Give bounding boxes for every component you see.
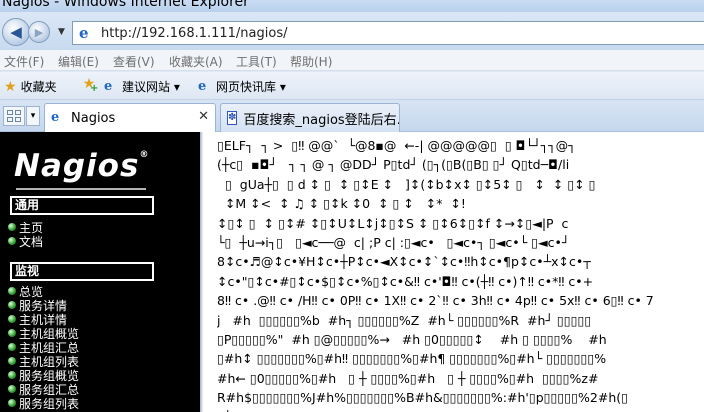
add-to-favorites-button[interactable]: ★ + bbox=[78, 76, 100, 96]
garbled-line: 8↕c•♬@↕c•¥H↕c•┼P↕c•◄X↕c•↕`↕c•‼h↕c•¶p↕c•┴… bbox=[217, 254, 591, 270]
favorites-button[interactable]: ★ 收藏夹 bbox=[4, 78, 57, 95]
star-icon: ★ bbox=[4, 78, 17, 95]
address-input[interactable]: e http://192.168.1.111/nagios/ bbox=[72, 21, 704, 45]
web-slice-gallery-label: 网页快讯库 ▾ bbox=[216, 80, 286, 94]
menu-tools[interactable]: 工具(T) bbox=[236, 53, 277, 70]
garbled-line: ↕M ↕< ↕ ♫ ↕ ▯↕k ↕0 ↕ ▯ ↕ ↕* ↕! bbox=[217, 196, 466, 212]
green-bullet-icon bbox=[8, 385, 16, 393]
menu-edit[interactable]: 编辑(E) bbox=[58, 53, 99, 70]
garbled-line: (┼c▯ ▪◘┘ ┐ ┐ @ ┐ @DD┘ P▯td┘ (▯┐(▯B(▯B▯ ▯… bbox=[217, 157, 570, 173]
general-nav-list: 主页 文档 bbox=[8, 220, 43, 249]
registered-mark: ® bbox=[139, 150, 150, 160]
nagios-logo[interactable]: Nagios® bbox=[14, 148, 149, 184]
nav-item-servicegroup-grid[interactable]: 服务组列表 bbox=[8, 396, 79, 411]
tab-list-dropdown[interactable]: ▾ bbox=[26, 106, 40, 126]
section-header-general: 通用 bbox=[10, 196, 154, 215]
nagios-side-navigation: Nagios® 通用 主页 文档 监视 总览 服务详情 主机详情 主机组概览 主… bbox=[0, 132, 200, 412]
menu-view[interactable]: 查看(V) bbox=[113, 53, 155, 70]
garbled-line: ↕▯↕ ▯ ↕ ▯↕# ↕▯↕U↕L↕j↕▯↕S ↕ ▯↕6↕▯↕f ↕→↕▯◄… bbox=[217, 215, 569, 231]
garbled-line: j #h ▯▯▯▯▯▯%b #h┐ ▯▯▯▯▯▯%Z #h└ ▯▯▯▯▯▯%R … bbox=[217, 312, 592, 328]
green-bullet-icon bbox=[8, 371, 16, 379]
quick-tabs-button[interactable] bbox=[3, 106, 25, 126]
green-bullet-icon bbox=[8, 399, 16, 407]
suggested-sites-link[interactable]: e 建议网站 ▾ bbox=[104, 78, 180, 95]
url-text[interactable]: http://192.168.1.111/nagios/ bbox=[101, 26, 288, 41]
forward-button[interactable]: ▶ bbox=[28, 21, 50, 43]
menu-file[interactable]: 文件(F) bbox=[4, 53, 44, 70]
plus-icon: + bbox=[90, 83, 99, 94]
garbled-line: ▯P▯▯▯▯▯%" #h ▯@▯▯▯▯▯%→ #h ▯0▯▯▯▯▯↕ #h ▯ … bbox=[217, 332, 607, 348]
garbled-line: ▯ gUa┼▯ ▯ d ↕ ▯ ↕ ▯↕E ↕ ]↕(↕b↕x↕ ▯↕5↕ ▯ … bbox=[217, 176, 596, 192]
window-title: Nagios - Windows Internet Explorer bbox=[2, 0, 249, 10]
garbled-line: 8‼ c• .@‼ c• /H‼ c• 0P‼ c• 1X‼ c• 2`‼ c•… bbox=[217, 293, 654, 309]
nav-item-documentation[interactable]: 文档 bbox=[8, 234, 43, 249]
main-frame: ▯ELF┐ ┐ > ▯‼ @@` └@8▪@ ←-| @@@@@▯ ▯ ◘└┘┐… bbox=[203, 132, 704, 412]
tab-bar: ▾ e Nagios ✕ ✽ 百度搜索_nagios登陆后右... bbox=[0, 100, 704, 132]
green-bullet-icon bbox=[8, 315, 16, 323]
menu-help[interactable]: 帮助(H) bbox=[290, 53, 332, 70]
binary-garbage-text: ▯ELF┐ ┐ > ▯‼ @@` └@8▪@ ←-| @@@@@▯ ▯ ◘└┘┐… bbox=[217, 136, 704, 412]
title-bar: Nagios - Windows Internet Explorer bbox=[0, 0, 704, 12]
ie-icon: e bbox=[51, 110, 60, 125]
address-bar-row: ◀ ▶ ▼ e http://192.168.1.111/nagios/ bbox=[0, 12, 704, 50]
logo-text: Nagios bbox=[14, 148, 140, 184]
garbled-line: └▯ ┼u→i┐▯ ▯◄c──@ c| ;P c| :▯◄c• ▯◄c•┐ ▯◄… bbox=[217, 235, 570, 251]
garbled-line: ▯#h↕ ▯▯▯▯▯▯▯%▯#h‼ ▯▯▯▯▯▯▯%▯#h¶ ▯▯▯▯▯▯▯%▯… bbox=[217, 351, 607, 367]
arrow-left-icon: ◀ bbox=[10, 23, 22, 41]
browser-window: Nagios - Windows Internet Explorer ◀ ▶ ▼… bbox=[0, 0, 704, 412]
menu-favorites[interactable]: 收藏夹(A) bbox=[169, 53, 223, 70]
web-slice-gallery-link[interactable]: e 网页快讯库 ▾ bbox=[198, 78, 286, 95]
menu-bar: 文件(F) 编辑(E) 查看(V) 收藏夹(A) 工具(T) 帮助(H) bbox=[0, 50, 704, 71]
suggested-sites-label: 建议网站 ▾ bbox=[122, 80, 180, 94]
garbled-line: R#h$▯▯▯▯▯▯▯%J#h%▯▯▯▯▯▯▯%B#h&▯▯▯▯▯▯▯%:#h'… bbox=[217, 390, 629, 406]
green-bullet-icon bbox=[8, 357, 16, 365]
close-tab-icon[interactable]: ✕ bbox=[198, 109, 209, 124]
green-bullet-icon bbox=[8, 301, 16, 309]
section-header-monitoring: 监视 bbox=[10, 262, 154, 281]
favorites-label: 收藏夹 bbox=[20, 80, 57, 94]
monitoring-nav-list: 总览 服务详情 主机详情 主机组概览 主机组汇总 主机组列表 服务组概览 服务组… bbox=[8, 284, 79, 411]
logo-underline bbox=[16, 188, 146, 190]
ie-icon: e bbox=[104, 78, 113, 94]
back-button[interactable]: ◀ bbox=[2, 18, 30, 46]
garbled-line: #h← ▯0▯▯▯▯▯%▯#h ▯ ┼ ▯▯▯▯%▯#h ▯ ┼ ▯▯▯▯%▯#… bbox=[217, 370, 599, 386]
green-bullet-icon bbox=[8, 237, 16, 245]
tab-label: Nagios bbox=[71, 110, 116, 126]
green-bullet-icon bbox=[8, 223, 16, 231]
ie-page-icon: e bbox=[79, 24, 89, 42]
green-bullet-icon bbox=[8, 287, 16, 295]
arrow-right-icon: ▶ bbox=[34, 25, 44, 39]
garbled-line: ↕c•"▯↕c•#▯↕c•$▯↕c•%▯↕c•&‼ c•'◘‼ c•(┼‼ c•… bbox=[217, 273, 594, 289]
baidu-paw-icon: ✽ bbox=[227, 111, 238, 125]
garbled-line: ▯ELF┐ ┐ > ▯‼ @@` └@8▪@ ←-| @@@@@▯ ▯ ◘└┘┐… bbox=[217, 138, 576, 153]
garbled-line: ▯┼ ▯▯▯▯▯% ▯ ┐▯▯▯▯▯%"h/▯▯▯▯▯▯%"h0▯▯▯▯▯▯%"… bbox=[217, 408, 704, 412]
recent-pages-dropdown[interactable]: ▼ bbox=[58, 27, 65, 37]
tab-baidu-search[interactable]: ✽ 百度搜索_nagios登陆后右... bbox=[220, 103, 400, 132]
tab-label: 百度搜索_nagios登陆后右... bbox=[243, 112, 400, 128]
tab-nagios[interactable]: e Nagios ✕ bbox=[44, 103, 216, 132]
ie-icon: e bbox=[198, 78, 207, 94]
green-bullet-icon bbox=[8, 343, 16, 351]
favorites-bar: ★ 收藏夹 ★ + e 建议网站 ▾ e 网页快讯库 ▾ bbox=[0, 72, 704, 100]
green-bullet-icon bbox=[8, 329, 16, 337]
